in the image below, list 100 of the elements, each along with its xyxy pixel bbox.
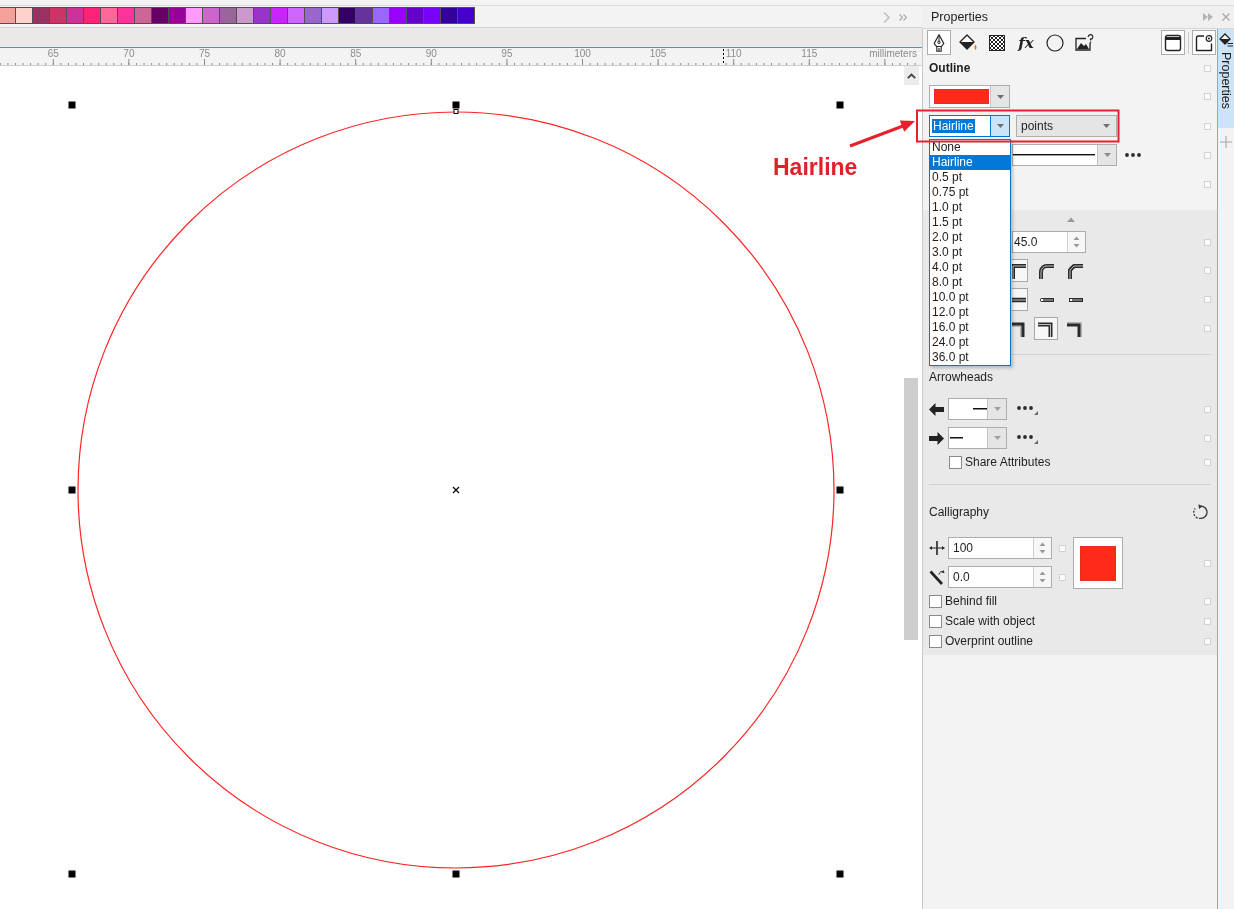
- list-option[interactable]: Hairline: [930, 155, 1010, 170]
- angle-field[interactable]: 0.0: [948, 566, 1052, 588]
- inspector-tab[interactable]: [927, 30, 951, 55]
- list-option[interactable]: 1.5 pt: [930, 215, 1010, 230]
- inspector-tab[interactable]: fx: [1014, 30, 1038, 55]
- scrollbar-thumb[interactable]: [904, 378, 918, 640]
- color-swatch[interactable]: [253, 7, 271, 24]
- line-option-button[interactable]: [1012, 259, 1028, 282]
- color-swatch[interactable]: [406, 7, 424, 24]
- small-square-icon[interactable]: [1204, 93, 1211, 100]
- small-square-icon[interactable]: [1204, 597, 1211, 605]
- list-option[interactable]: 24.0 pt: [930, 335, 1010, 350]
- small-square-icon[interactable]: [1204, 267, 1211, 274]
- line-option-button[interactable]: [1012, 288, 1028, 311]
- color-swatch[interactable]: [270, 7, 288, 24]
- width-combo[interactable]: Hairline: [929, 115, 1010, 137]
- color-swatch[interactable]: [66, 7, 84, 24]
- double-chevron-right-icon[interactable]: [899, 13, 907, 21]
- checkbox[interactable]: [949, 455, 962, 469]
- selection-handle[interactable]: [452, 870, 460, 878]
- list-option[interactable]: 8.0 pt: [930, 275, 1010, 290]
- color-swatch[interactable]: [304, 7, 322, 24]
- arrowhead-combo[interactable]: [948, 427, 1007, 449]
- color-swatch[interactable]: [83, 7, 101, 24]
- small-square-icon[interactable]: [1204, 559, 1211, 567]
- list-option[interactable]: 1.0 pt: [930, 200, 1010, 215]
- arrowhead-combo[interactable]: [948, 398, 1007, 420]
- small-square-icon[interactable]: [1059, 544, 1066, 552]
- up-caret-icon[interactable]: [1067, 216, 1075, 222]
- color-swatch[interactable]: [32, 7, 50, 24]
- small-square-icon[interactable]: [1204, 637, 1211, 645]
- frame-button[interactable]: [1192, 30, 1216, 55]
- spin-arrows-icon[interactable]: [1039, 571, 1046, 583]
- line-style-combo[interactable]: [1012, 144, 1117, 166]
- list-option[interactable]: 16.0 pt: [930, 320, 1010, 335]
- plus-icon[interactable]: [1220, 136, 1232, 148]
- more-icon[interactable]: [1125, 153, 1141, 157]
- small-square-icon[interactable]: [1204, 458, 1211, 466]
- color-swatch[interactable]: [355, 7, 373, 24]
- reset-icon[interactable]: [1192, 504, 1208, 520]
- selection-handle[interactable]: [68, 101, 76, 109]
- color-swatch[interactable]: [321, 7, 339, 24]
- scroll-up-button[interactable]: [904, 66, 919, 85]
- list-option[interactable]: 10.0 pt: [930, 290, 1010, 305]
- list-option[interactable]: 0.5 pt: [930, 170, 1010, 185]
- checkbox[interactable]: [929, 594, 942, 608]
- chevron-right-icon[interactable]: [883, 11, 890, 23]
- selection-handle[interactable]: [836, 870, 844, 878]
- color-swatch[interactable]: [15, 7, 33, 24]
- spin-arrows-icon[interactable]: [1073, 236, 1080, 248]
- color-swatch[interactable]: [236, 7, 254, 24]
- selection-handle[interactable]: [836, 486, 844, 494]
- spin-arrows-icon[interactable]: [1039, 542, 1046, 554]
- small-square-icon[interactable]: [1204, 405, 1211, 413]
- list-option[interactable]: 0.75 pt: [930, 185, 1010, 200]
- color-swatch[interactable]: [168, 7, 186, 24]
- units-combo[interactable]: points: [1016, 115, 1117, 137]
- color-swatch[interactable]: [0, 7, 16, 24]
- list-option[interactable]: 2.0 pt: [930, 230, 1010, 245]
- color-swatch[interactable]: [49, 7, 67, 24]
- checkbox[interactable]: [929, 634, 942, 648]
- list-option[interactable]: 36.0 pt: [930, 350, 1010, 365]
- small-square-icon[interactable]: [1204, 151, 1211, 159]
- small-square-icon[interactable]: [1204, 434, 1211, 442]
- small-square-icon[interactable]: [1204, 296, 1211, 303]
- stretch-field[interactable]: 100: [948, 537, 1052, 559]
- small-square-icon[interactable]: [1204, 617, 1211, 625]
- selection-handle[interactable]: [452, 101, 460, 109]
- color-swatch[interactable]: [389, 7, 407, 24]
- list-option[interactable]: 12.0 pt: [930, 305, 1010, 320]
- small-square-icon[interactable]: [1204, 180, 1211, 188]
- small-square-icon[interactable]: [1204, 325, 1211, 332]
- double-triangle-icon[interactable]: [1203, 13, 1213, 21]
- color-swatch[interactable]: [134, 7, 152, 24]
- frame-button[interactable]: [1161, 30, 1185, 55]
- small-square-icon[interactable]: [1204, 122, 1211, 130]
- color-swatch[interactable]: [219, 7, 237, 24]
- color-swatch[interactable]: [372, 7, 390, 24]
- color-swatch[interactable]: [100, 7, 118, 24]
- list-option[interactable]: None: [930, 140, 1010, 155]
- miter-limit-field[interactable]: 45.0: [1012, 231, 1086, 253]
- docker-tab[interactable]: Properties: [1218, 29, 1234, 128]
- line-option-button[interactable]: [1034, 317, 1058, 340]
- color-swatch[interactable]: [202, 7, 220, 24]
- list-option[interactable]: 4.0 pt: [930, 260, 1010, 275]
- color-swatch[interactable]: [423, 7, 441, 24]
- small-square-icon[interactable]: [1059, 573, 1066, 581]
- selection-handle[interactable]: [68, 486, 76, 494]
- checkbox[interactable]: [929, 614, 942, 628]
- outline-color-picker[interactable]: [929, 85, 1010, 108]
- small-square-icon[interactable]: [1204, 238, 1211, 246]
- color-swatch[interactable]: [338, 7, 356, 24]
- color-swatch[interactable]: [440, 7, 458, 24]
- color-swatch[interactable]: [287, 7, 305, 24]
- color-swatch[interactable]: [457, 7, 475, 24]
- close-icon[interactable]: [1222, 13, 1230, 21]
- selection-handle[interactable]: [68, 870, 76, 878]
- list-option[interactable]: 3.0 pt: [930, 245, 1010, 260]
- color-swatch[interactable]: [185, 7, 203, 24]
- color-swatch[interactable]: [151, 7, 169, 24]
